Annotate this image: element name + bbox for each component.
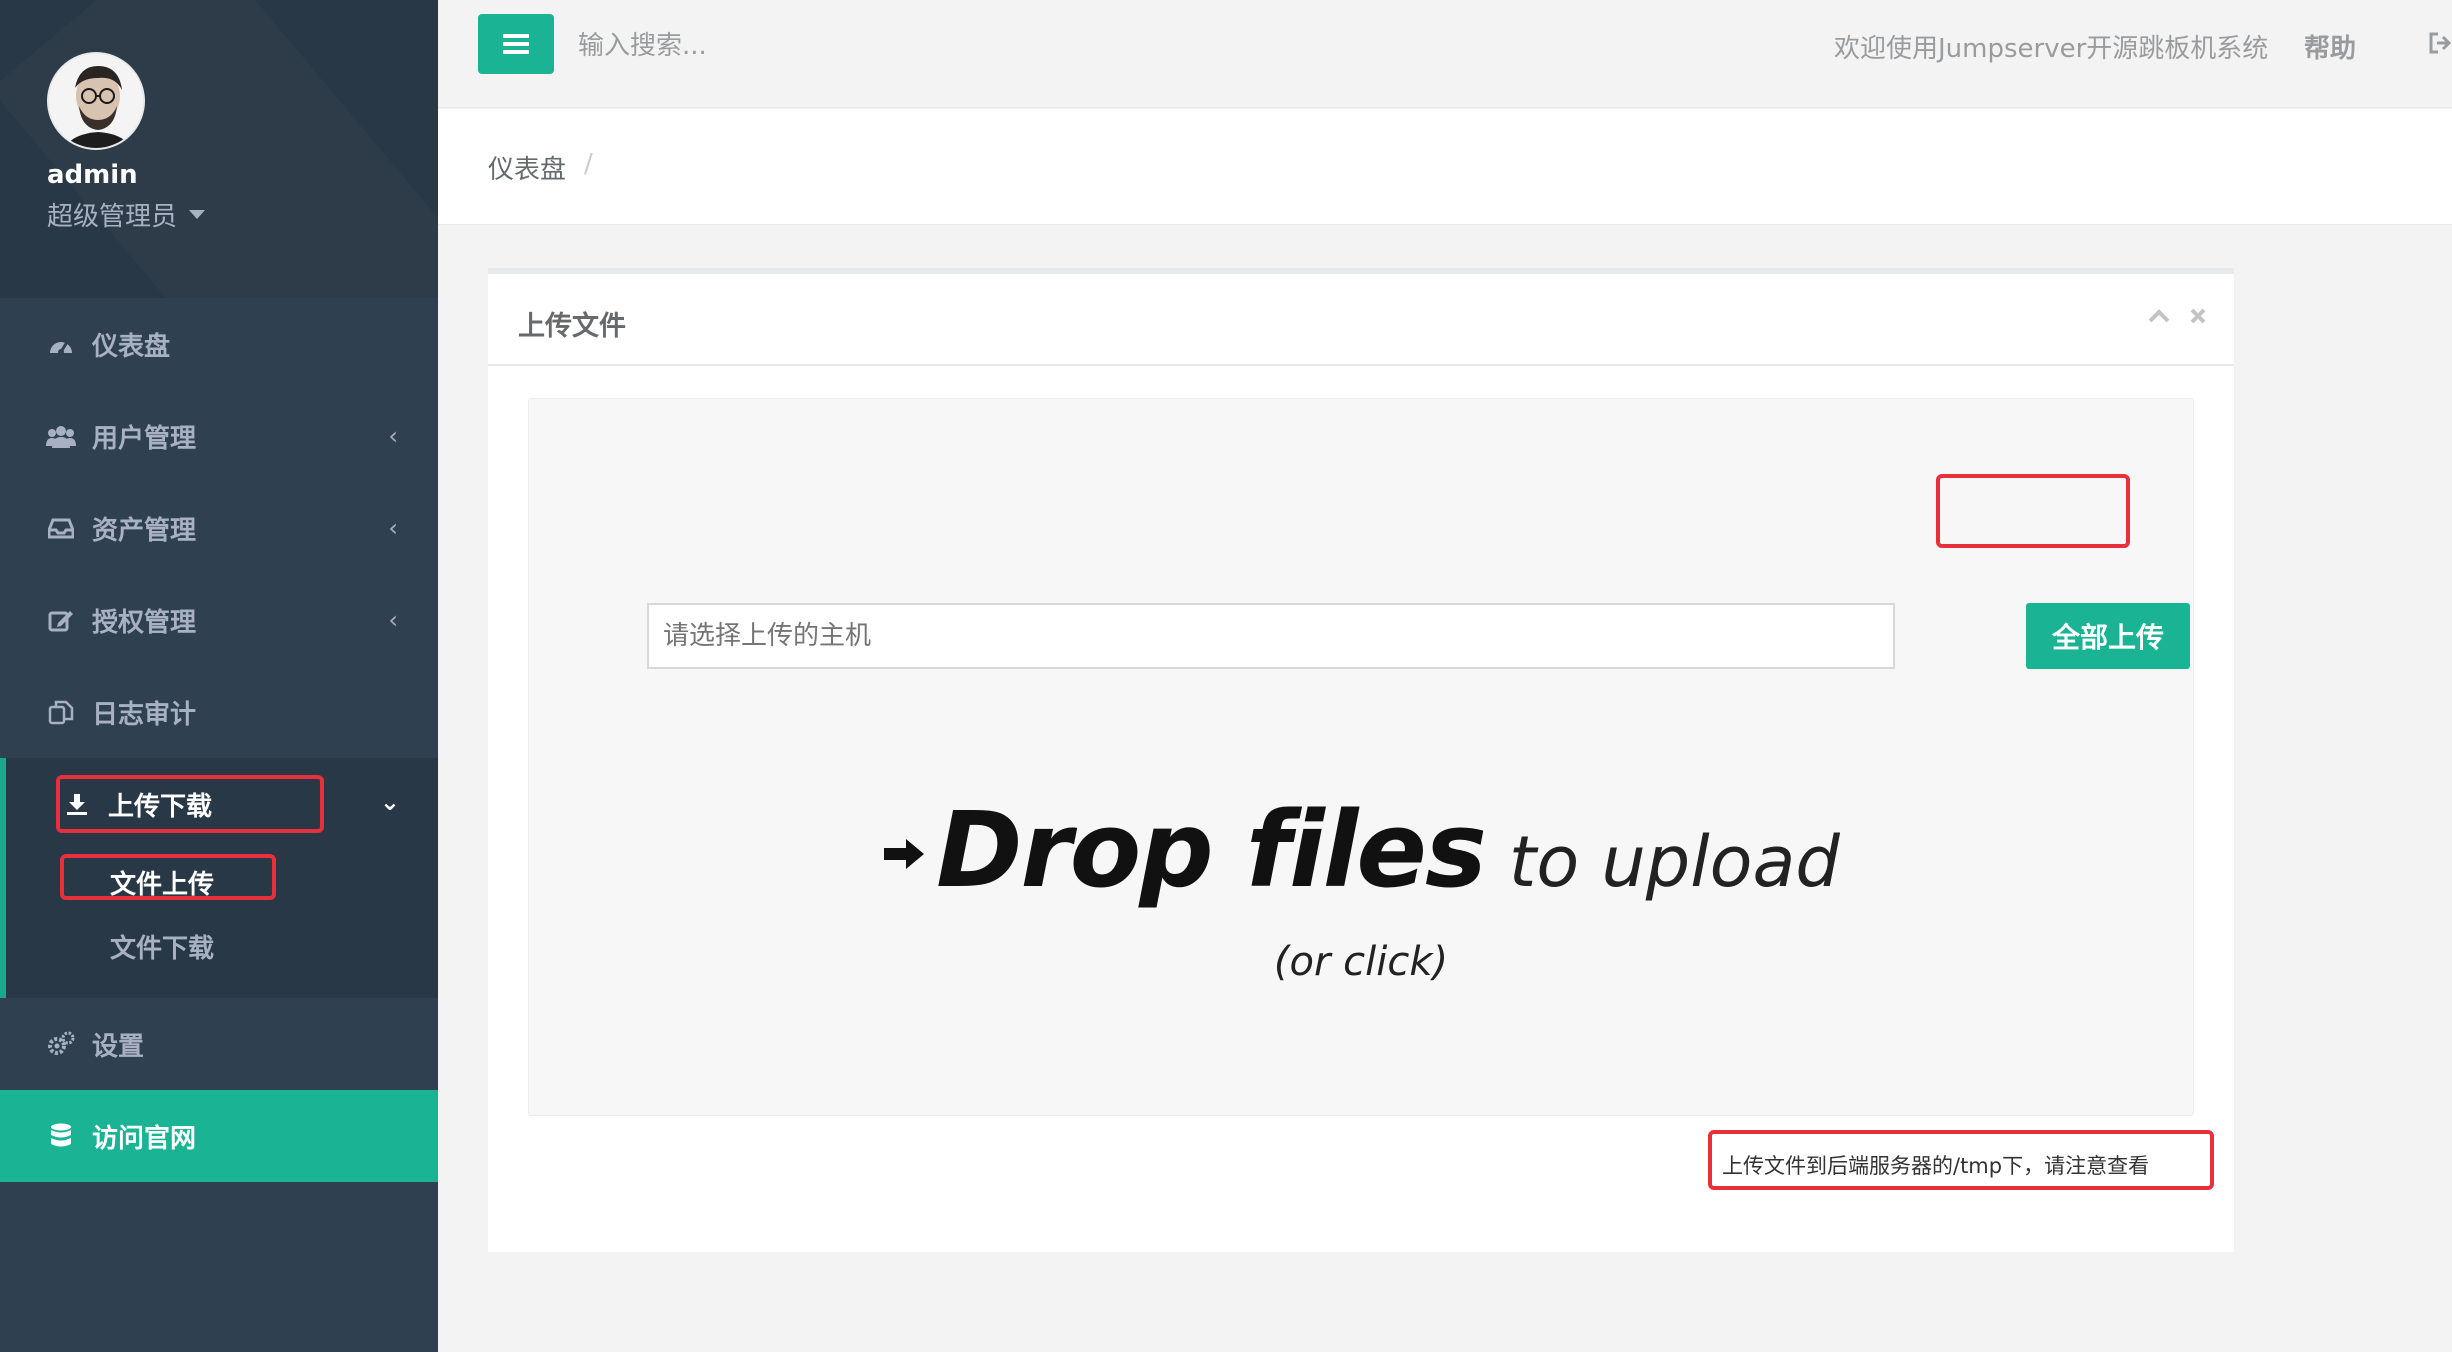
chevron-left-icon: ‹ [388, 606, 398, 634]
page-heading: 仪表盘 / [438, 109, 2452, 225]
sidebar-item-label: 用户管理 [92, 423, 197, 454]
sidebar-item-assets[interactable]: 资产管理 ‹ [0, 482, 438, 574]
search-input[interactable] [578, 18, 1278, 74]
arrow-right-icon [884, 839, 925, 869]
drop-message-bold: Drop files [936, 789, 1487, 911]
breadcrumb: 仪表盘 / [488, 149, 593, 186]
sidebar-item-label: 访问官网 [92, 1123, 197, 1154]
top-navbar: 欢迎使用Jumpserver开源跳板机系统 帮助 [438, 0, 2452, 108]
profile-role-dropdown[interactable]: 超级管理员 [47, 196, 206, 233]
sidebar-item-label: 日志审计 [92, 699, 197, 730]
sidebar-item-label: 资产管理 [92, 515, 197, 546]
sidebar-item-permissions[interactable]: 授权管理 ‹ [0, 574, 438, 666]
drop-message: Drop files to upload [529, 789, 2193, 911]
sidebar-item-upload-download[interactable]: 上传下载 ⌄ [6, 758, 438, 850]
sidebar-item-dashboard[interactable]: 仪表盘 [0, 298, 438, 390]
profile-decoration [0, 0, 438, 298]
sidebar-item-label: 设置 [92, 1031, 145, 1062]
edit-icon [46, 605, 76, 635]
users-icon [46, 421, 76, 451]
sidebar-item-audit[interactable]: 日志审计 [0, 666, 438, 758]
drop-message-sub: (or click) [1273, 939, 1449, 985]
sign-out-icon[interactable] [2428, 32, 2452, 58]
dashboard-icon [46, 329, 76, 359]
sidebar-item-users[interactable]: 用户管理 ‹ [0, 390, 438, 482]
breadcrumb-home[interactable]: 仪表盘 [488, 149, 566, 186]
sidebar: admin 超级管理员 仪表盘 用户管理 ‹ 资产管理 ‹ 授权管理 ‹ 日志审… [0, 0, 438, 1352]
help-link[interactable]: 帮助 [2304, 28, 2356, 65]
host-select-input[interactable] [647, 603, 1895, 669]
sidebar-item-official-site[interactable]: 访问官网 [0, 1090, 438, 1182]
chevron-up-icon[interactable] [2148, 309, 2170, 323]
upload-notice: 上传文件到后端服务器的/tmp下，请注意查看 [1722, 1154, 2150, 1178]
panel-header: 上传文件 [488, 274, 2234, 366]
sidebar-item-label: 仪表盘 [92, 331, 171, 362]
drop-message-light: to upload [1508, 821, 1840, 903]
upload-panel: 上传文件 全部上传 Drop files to upload (or click… [488, 268, 2234, 1252]
copy-icon [46, 697, 76, 727]
avatar[interactable] [47, 52, 145, 150]
panel-title: 上传文件 [518, 311, 626, 342]
chevron-left-icon: ‹ [388, 514, 398, 542]
sidebar-group-upload-download: 上传下载 ⌄ 文件上传 文件下载 [0, 758, 438, 998]
profile-role-label: 超级管理员 [47, 202, 178, 232]
profile-username: admin [47, 160, 138, 190]
chevron-down-icon: ⌄ [379, 788, 400, 816]
breadcrumb-separator: / [584, 149, 593, 179]
sidebar-item-label: 上传下载 [108, 791, 213, 822]
sidebar-nav: 仪表盘 用户管理 ‹ 资产管理 ‹ 授权管理 ‹ 日志审计 上传下载 ⌄ 文件上… [0, 298, 438, 1182]
inbox-icon [46, 513, 76, 543]
database-icon [46, 1121, 76, 1151]
download-icon [62, 789, 92, 819]
hamburger-icon [503, 34, 529, 54]
sidebar-item-label: 授权管理 [92, 607, 197, 638]
file-dropzone[interactable]: 全部上传 Drop files to upload (or click) [528, 398, 2194, 1116]
sidebar-subitem-label: 文件上传 [110, 869, 215, 900]
panel-tools [2148, 308, 2206, 324]
chevron-left-icon: ‹ [388, 422, 398, 450]
welcome-text: 欢迎使用Jumpserver开源跳板机系统 [1834, 34, 2269, 64]
profile-panel: admin 超级管理员 [0, 0, 438, 298]
sidebar-subitem-file-upload[interactable]: 文件上传 [6, 850, 438, 914]
avatar-image [49, 54, 143, 148]
cogs-icon [46, 1029, 76, 1059]
caret-down-icon [189, 210, 206, 219]
close-icon[interactable] [2190, 308, 2206, 324]
upload-all-button[interactable]: 全部上传 [2026, 603, 2190, 669]
sidebar-subitem-label: 文件下载 [110, 933, 215, 964]
sidebar-item-settings[interactable]: 设置 [0, 998, 438, 1090]
menu-toggle-button[interactable] [478, 14, 554, 74]
sidebar-subitem-file-download[interactable]: 文件下载 [6, 914, 438, 978]
